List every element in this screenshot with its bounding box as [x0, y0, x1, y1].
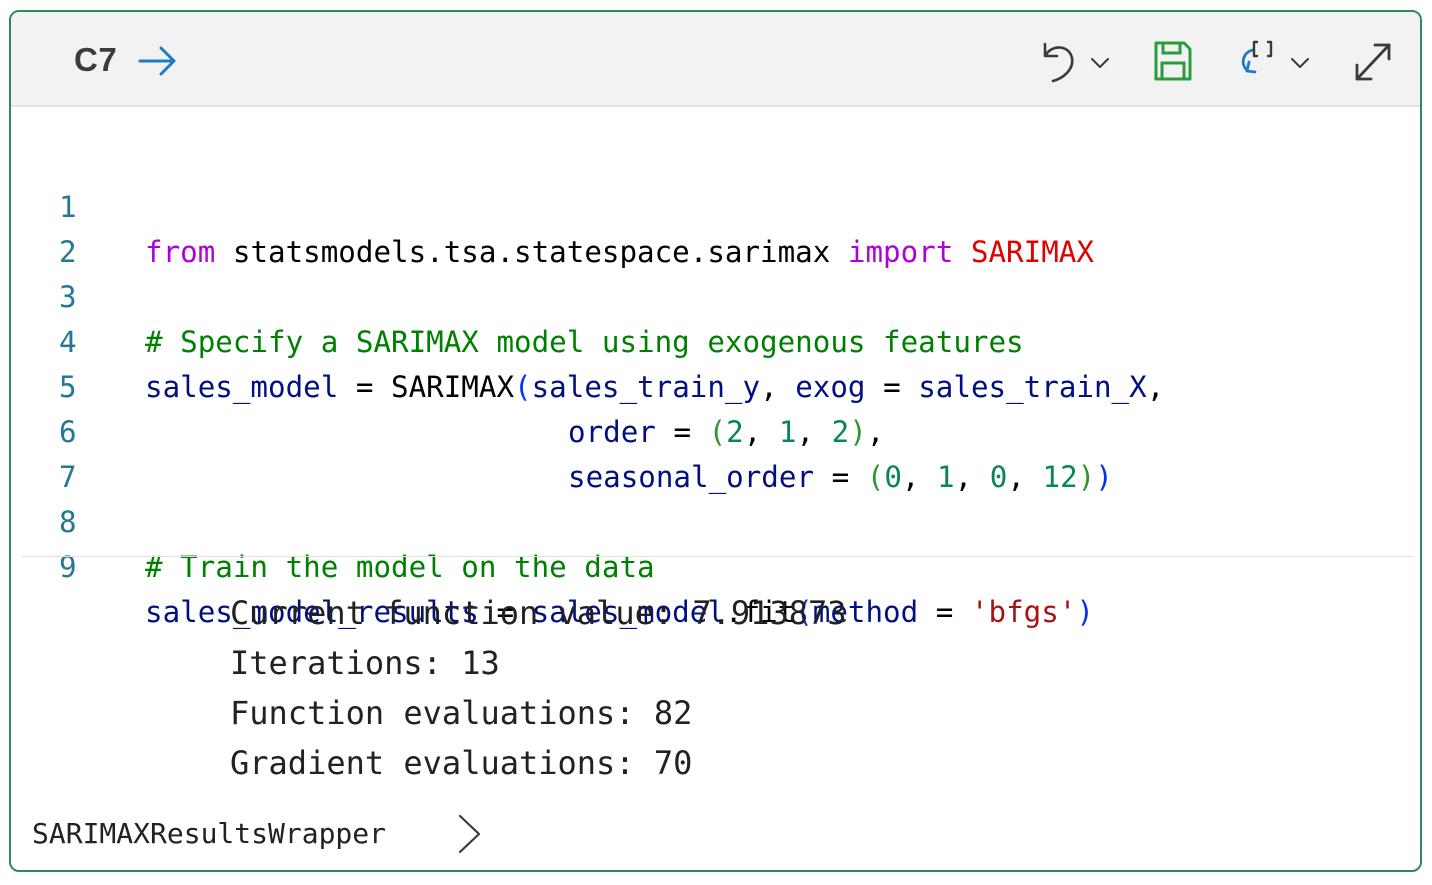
save-icon — [1154, 41, 1192, 81]
line-number: 9 — [59, 550, 77, 584]
expand-button[interactable] — [1352, 36, 1394, 86]
notebook-cell[interactable]: C7 1 from statsmodels.tsa.statespace.sar… — [9, 10, 1422, 872]
expand-icon — [1355, 43, 1391, 81]
cell-toolbar: C7 — [11, 12, 1420, 107]
code-line: 5 order = (2, 1, 2), — [11, 320, 1420, 449]
refresh-icon — [1241, 40, 1273, 74]
output-line: Function evaluations: 82 — [230, 694, 693, 732]
output-line: Gradient evaluations: 70 — [230, 744, 693, 782]
chevron-down-icon — [1091, 58, 1109, 68]
arrow-right-icon[interactable] — [137, 40, 179, 82]
code-line: 3 # Specify a SARIMAX model using exogen… — [11, 230, 1420, 359]
output-divider — [21, 556, 1414, 557]
code-line: 7 — [11, 410, 1420, 494]
undo-icon — [1043, 42, 1074, 83]
chevron-down-icon — [1291, 58, 1309, 68]
cell-output: Current function value: 7.913873 Iterati… — [230, 588, 847, 788]
code-line: 8 # Train the model on the data — [11, 455, 1420, 584]
undo-button[interactable] — [1039, 36, 1111, 86]
output-line: Current function value: 7.913873 — [230, 594, 847, 632]
code-line: 2 — [11, 185, 1420, 269]
cell-id-label: C7 — [74, 41, 118, 78]
code-line: 4 sales_model = SARIMAX(sales_train_y, e… — [11, 275, 1420, 404]
code-comment: # Train the model on the data — [145, 550, 655, 584]
output-line: Iterations: 13 — [230, 644, 500, 682]
chevron-right-icon[interactable] — [454, 811, 484, 857]
code-line: 9 sales_model_results = sales_model.fit(… — [11, 500, 1420, 629]
code-line: 1 from statsmodels.tsa.statespace.sarima… — [11, 140, 1420, 269]
refresh-button[interactable] — [1235, 36, 1313, 86]
code-line: 6 seasonal_order = (0, 1, 0, 12)) — [11, 365, 1420, 494]
save-button[interactable] — [1153, 36, 1193, 86]
result-object-label[interactable]: SARIMAXResultsWrapper — [32, 813, 386, 855]
